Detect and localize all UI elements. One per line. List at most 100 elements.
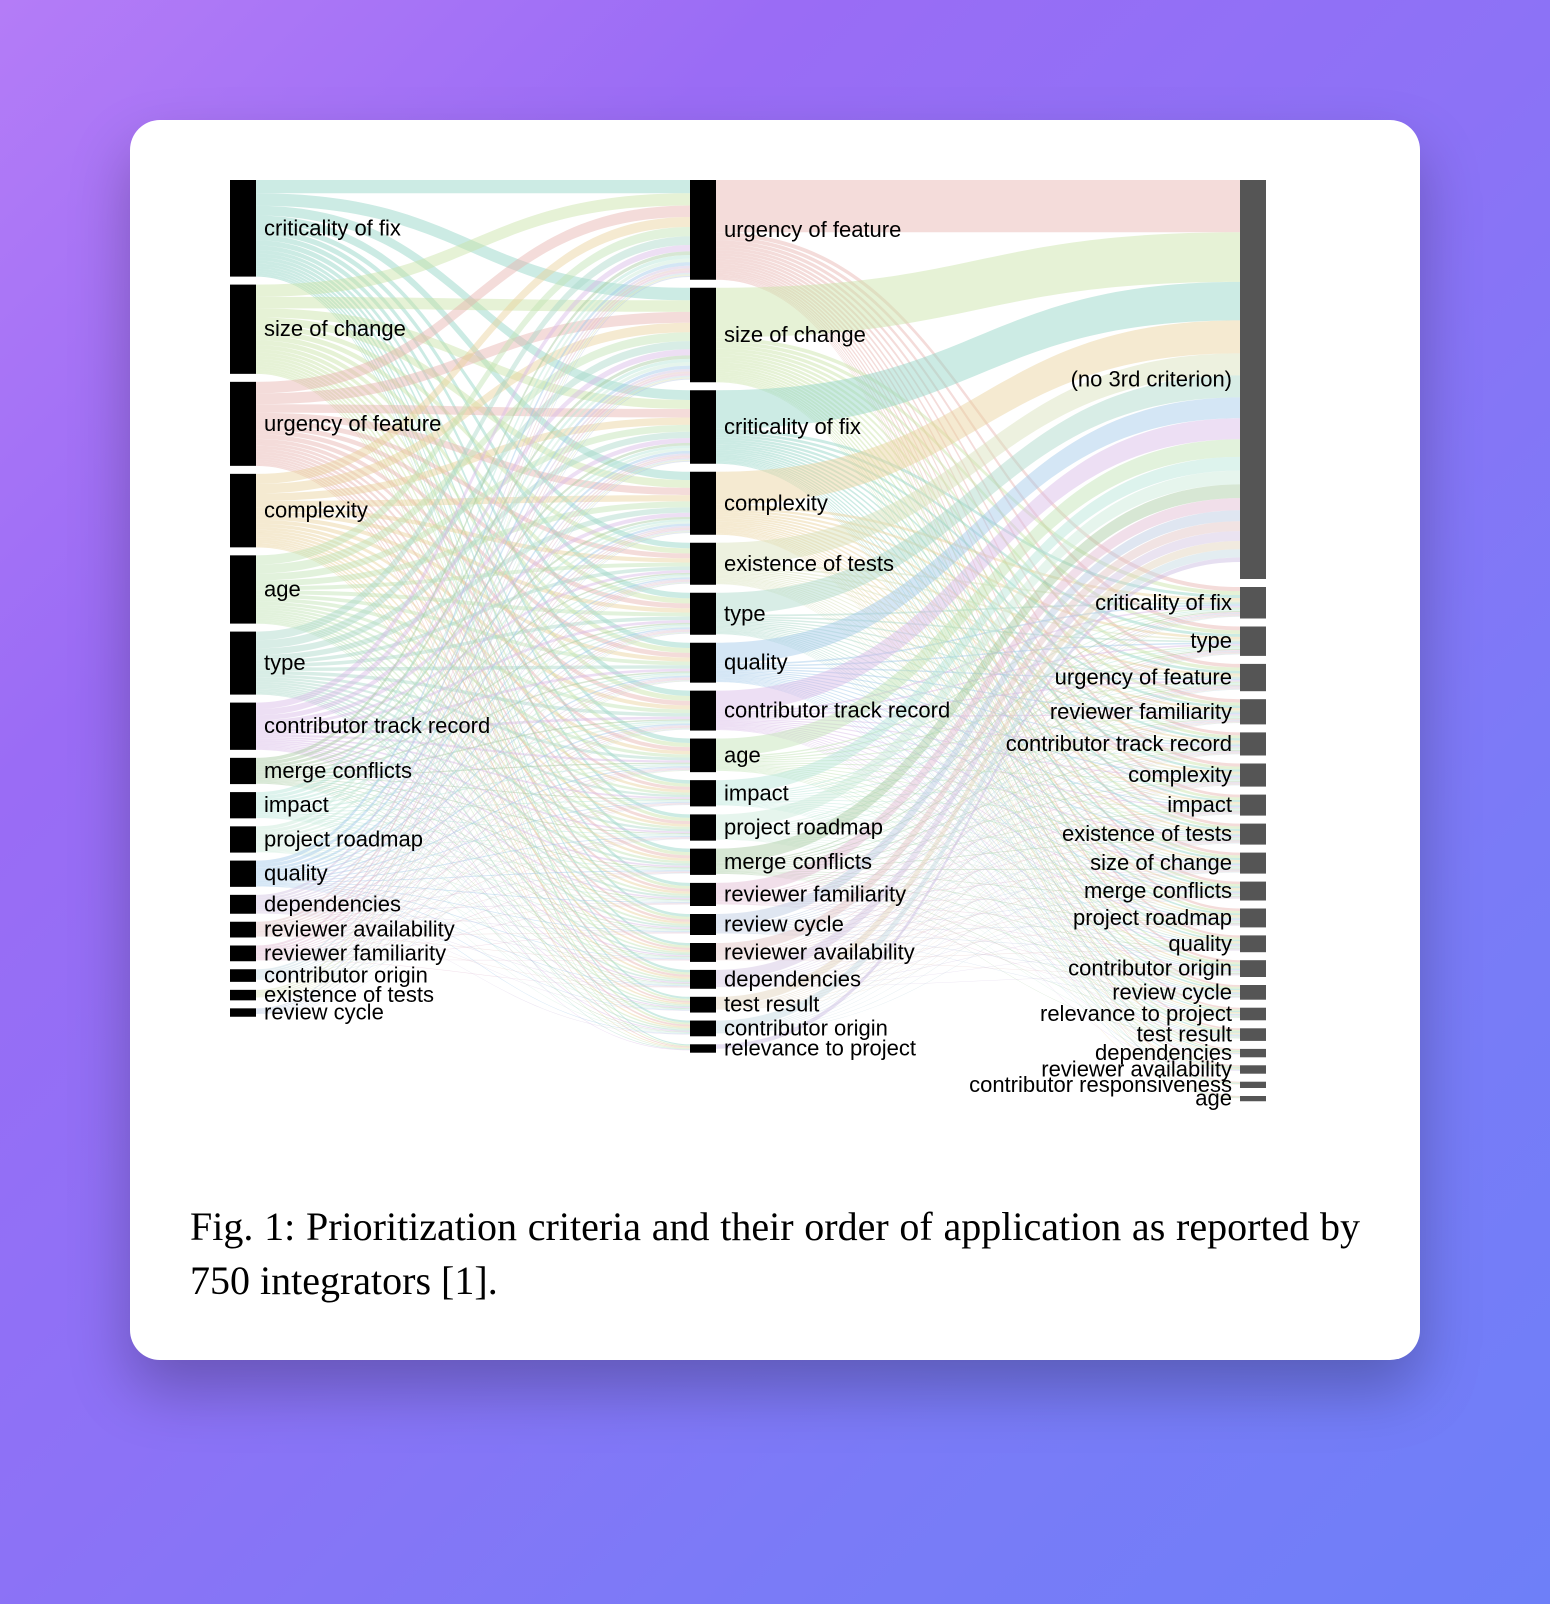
sankey-node-label: reviewer availability [724, 939, 915, 964]
sankey-node-label: size of change [264, 316, 406, 341]
sankey-node [1240, 960, 1266, 977]
sankey-node [690, 997, 716, 1013]
sankey-node-label: type [264, 650, 306, 675]
figure-caption: Fig. 1: Prioritization criteria and thei… [190, 1200, 1360, 1308]
sankey-node [1240, 1082, 1266, 1088]
sankey-node [230, 382, 256, 466]
sankey-node [1240, 627, 1266, 656]
sankey-node [1240, 1065, 1266, 1073]
sankey-node-label: (no 3rd criterion) [1071, 367, 1232, 392]
sankey-node [690, 472, 716, 535]
sankey-node [230, 632, 256, 695]
sankey-node [690, 288, 716, 383]
sankey-node-label: age [724, 742, 761, 767]
sankey-node-label: quality [1168, 931, 1232, 956]
sankey-node-label: project roadmap [264, 826, 423, 851]
sankey-node [230, 969, 256, 982]
sankey-node [230, 180, 256, 277]
sankey-node [230, 861, 256, 887]
sankey-node [690, 180, 716, 280]
sankey-node [1240, 1049, 1266, 1057]
sankey-node [690, 1021, 716, 1037]
sankey-node [230, 1008, 256, 1016]
sankey-node-label: relevance to project [724, 1036, 916, 1061]
sankey-node [230, 895, 256, 914]
sankey-node-label: criticality of fix [724, 414, 861, 439]
sankey-node [1240, 824, 1266, 845]
sankey-node-label: reviewer familiarity [1050, 699, 1232, 724]
sankey-node [690, 691, 716, 731]
sankey-node-label: quality [724, 650, 788, 675]
sankey-node [690, 814, 716, 840]
sankey-node-label: contributor track record [264, 713, 490, 738]
sankey-node-label: project roadmap [1073, 905, 1232, 930]
sankey-node [230, 792, 256, 818]
sankey-node-label: existence of tests [724, 551, 894, 576]
sankey-node [1240, 1028, 1266, 1041]
sankey-node [230, 285, 256, 374]
sankey-node-label: merge conflicts [1084, 878, 1232, 903]
sankey-node-label: dependencies [264, 891, 401, 916]
sankey-node [230, 946, 256, 962]
sankey-node [1240, 909, 1266, 928]
figure-card: criticality of fix size of change urgency … [130, 120, 1420, 1360]
sankey-node [690, 914, 716, 935]
sankey-node-label: merge conflicts [724, 849, 872, 874]
sankey-node [690, 593, 716, 635]
sankey-node [230, 474, 256, 547]
sankey-node-label: review cycle [724, 912, 844, 937]
sankey-node-label: urgency of feature [1055, 665, 1232, 690]
sankey-node [230, 555, 256, 623]
sankey-node-label: impact [264, 792, 329, 817]
sankey-node-label: complexity [264, 498, 368, 523]
sankey-node [690, 643, 716, 683]
sankey-node-label: criticality of fix [1095, 590, 1232, 615]
sankey-node [230, 990, 256, 1001]
sankey-node-label: reviewer familiarity [724, 881, 906, 906]
sankey-node [690, 970, 716, 989]
sankey-node [1240, 180, 1266, 579]
sankey-node [1240, 1096, 1266, 1101]
sankey-node [1240, 985, 1266, 1000]
sankey-node-label: impact [724, 780, 789, 805]
sankey-node [1240, 732, 1266, 755]
sankey-node [1240, 664, 1266, 691]
sankey-node [230, 826, 256, 852]
sankey-node [1240, 853, 1266, 874]
sankey-node [1240, 1008, 1266, 1021]
sankey-node-label: urgency of feature [264, 411, 441, 436]
sankey-node-label: criticality of fix [264, 215, 401, 240]
sankey-node-label: review cycle [264, 1000, 384, 1025]
sankey-node [1240, 764, 1266, 787]
sankey-node [230, 703, 256, 750]
sankey-node [1240, 935, 1266, 952]
sankey-node-label: merge conflicts [264, 758, 412, 783]
sankey-node-label: age [1195, 1086, 1232, 1111]
sankey-node-label: size of change [724, 322, 866, 347]
sankey-node-label: complexity [724, 490, 828, 515]
sankey-node-label: contributor track record [1006, 731, 1232, 756]
sankey-node-label: project roadmap [724, 815, 883, 840]
sankey-node [1240, 795, 1266, 816]
sankey-node [690, 849, 716, 875]
sankey-node-label: reviewer availability [264, 917, 455, 942]
sankey-node-label: urgency of feature [724, 217, 901, 242]
sankey-node-label: type [1190, 628, 1232, 653]
sankey-node-label: age [264, 576, 301, 601]
sankey-node-label: quality [264, 861, 328, 886]
sankey-node [1240, 699, 1266, 724]
sankey-node-label: impact [1167, 792, 1232, 817]
sankey-node-label: test result [724, 992, 819, 1017]
sankey-link [256, 180, 690, 193]
sankey-node [690, 1044, 716, 1052]
sankey-node-label: contributor origin [1068, 956, 1232, 981]
sankey-node-label: size of change [1090, 850, 1232, 875]
sankey-node [690, 739, 716, 773]
sankey-node [690, 390, 716, 464]
sankey-node [690, 543, 716, 585]
sankey-node [690, 943, 716, 962]
sankey-node-label: contributor responsiveness [969, 1072, 1232, 1097]
sankey-node [1240, 587, 1266, 619]
sankey-node [230, 758, 256, 784]
sankey-node [230, 922, 256, 938]
